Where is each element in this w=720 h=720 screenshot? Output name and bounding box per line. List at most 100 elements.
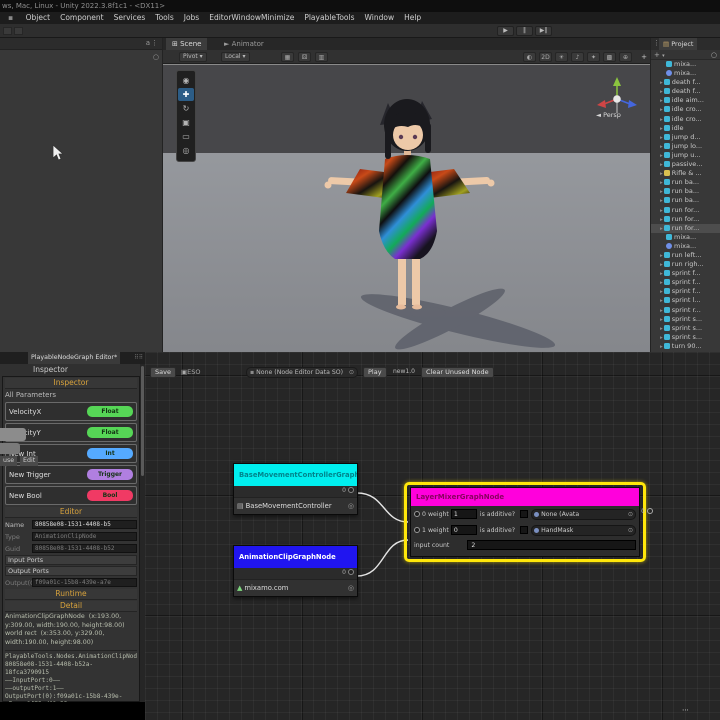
parameter-type-pill[interactable]: Bool (87, 490, 133, 501)
input-port-dot[interactable] (414, 527, 420, 533)
weight-field[interactable]: 0 (450, 525, 477, 535)
tab-scene[interactable]: ⊞ Scene (166, 38, 208, 50)
pause-button[interactable]: ‖ (516, 26, 533, 36)
project-item[interactable]: ▸ jump u... (651, 151, 720, 160)
expander-icon[interactable]: ▸ (660, 162, 663, 168)
project-item[interactable]: ▸ run ba... (651, 178, 720, 187)
resize-grip-icon[interactable]: ⋯ (682, 706, 690, 714)
project-item[interactable]: ▸ idle aim... (651, 96, 720, 105)
mixer-input-row[interactable]: 0 weight 1 is additive? None (Avata ⊙ (411, 506, 639, 522)
save-button[interactable]: Save (150, 367, 176, 378)
project-item[interactable]: ▸ run left... (651, 251, 720, 260)
expander-icon[interactable]: ▸ (660, 298, 663, 304)
expander-icon[interactable]: ▸ (660, 117, 663, 123)
project-item[interactable]: ▸ passive... (651, 160, 720, 169)
node-title[interactable]: AnimationClipGraphNode (234, 546, 357, 568)
play-button[interactable]: ▶ (497, 26, 514, 36)
expander-icon[interactable]: ▸ (660, 226, 663, 232)
mask-object-field[interactable]: HandMask ⊙ (531, 524, 636, 536)
project-item[interactable]: ▸ Rifle & ... (651, 169, 720, 178)
project-item[interactable]: ▸ idle cro... (651, 115, 720, 124)
output-port[interactable]: 0 (342, 569, 354, 576)
tab-project[interactable]: ▤ Project (659, 38, 698, 50)
menu-object[interactable]: Object (26, 12, 50, 24)
create-asset-button[interactable]: + ▾ (654, 51, 665, 59)
eso-toggle[interactable]: ▣ESO (181, 368, 201, 376)
project-item[interactable]: ▸ death f... (651, 87, 720, 96)
pivot-dropdown[interactable]: Pivot ▾ (179, 52, 207, 62)
project-item[interactable]: mixa... (651, 60, 720, 69)
mixer-output-port[interactable]: 0 (641, 508, 653, 515)
menu-component[interactable]: Component (60, 12, 104, 24)
mask-object-field[interactable]: None (Avata ⊙ (531, 508, 636, 520)
view-option-icon-4[interactable]: ✦ (587, 52, 600, 62)
project-item[interactable]: mixa... (651, 233, 720, 242)
expander-icon[interactable]: ▸ (660, 80, 663, 86)
project-item[interactable]: ▸ sprint f... (651, 278, 720, 287)
lock-icon[interactable]: a (146, 39, 150, 47)
graph-play-button[interactable]: Play (363, 367, 387, 378)
is-additive-checkbox[interactable] (520, 526, 529, 534)
animation-clip-node[interactable]: AnimationClipGraphNode 0 ▲ mixamo.com ◎ (233, 545, 358, 597)
expander-icon[interactable]: ▸ (660, 344, 663, 350)
expander-icon[interactable]: ▸ (660, 89, 663, 95)
tab-animator[interactable]: ► Animator (218, 38, 270, 50)
view-option-icon-0[interactable]: ◐ (523, 52, 536, 62)
object-picker-icon[interactable]: ⊙ (628, 527, 633, 534)
expander-icon[interactable]: ▸ (660, 317, 663, 323)
expander-icon[interactable]: ▸ (660, 144, 663, 150)
expander-icon[interactable]: ▸ (660, 280, 663, 286)
project-item[interactable]: ▸ death f... (651, 78, 720, 87)
clear-unused-node-button[interactable]: Clear Unused Node (421, 367, 494, 378)
project-item[interactable]: ▸ run for... (651, 223, 720, 233)
expander-icon[interactable]: ▸ (660, 135, 663, 141)
project-item[interactable]: ▸ jump d... (651, 133, 720, 142)
project-item[interactable]: ▸ jump lo... (651, 142, 720, 151)
view-option-icon-1[interactable]: 2D (539, 52, 552, 62)
local-dropdown[interactable]: Local ▾ (221, 52, 250, 62)
parameter-type-pill[interactable]: Int (87, 448, 133, 459)
project-item[interactable]: mixa... (651, 242, 720, 251)
project-item[interactable]: ▸ run ba... (651, 196, 720, 205)
menu-services[interactable]: Services (114, 12, 146, 24)
clip-object-row[interactable]: ▲ mixamo.com ◎ (234, 580, 357, 596)
object-picker-icon[interactable]: ◎ (348, 584, 354, 592)
parameter-type-pill[interactable]: Float (87, 406, 133, 417)
expander-icon[interactable]: ▸ (660, 326, 663, 332)
project-item[interactable]: ▸ sprint s... (651, 324, 720, 333)
object-picker-icon[interactable]: ⊙ (628, 511, 633, 518)
project-item[interactable]: ▸ run righ... (651, 260, 720, 269)
input-port-dot[interactable] (414, 511, 420, 517)
expander-icon[interactable]: ▸ (660, 198, 663, 204)
node-title[interactable]: LayerMixerGraphNode (411, 488, 639, 506)
scene-viewport[interactable]: ◉ ✚ ↻ ▣ ▭ ◎ ◄ Persp (163, 64, 650, 360)
expander-icon[interactable]: ▸ (660, 180, 663, 186)
toolbar-left-icon[interactable] (3, 27, 12, 35)
snap-icon-1[interactable]: ⚄ (298, 52, 311, 62)
project-item[interactable]: ▸ sprint f... (651, 269, 720, 278)
parameter-row[interactable]: VelocityX Float (5, 402, 137, 421)
fragment-tab-use[interactable]: use (0, 456, 18, 466)
project-item[interactable]: ▸ run for... (651, 206, 720, 215)
expander-icon[interactable]: ▸ (660, 335, 663, 341)
view-option-icon-6[interactable]: ⊕ (619, 52, 632, 62)
expander-icon[interactable]: ▸ (660, 126, 663, 132)
project-item[interactable]: ▸ idle cro... (651, 105, 720, 114)
parameter-row[interactable]: New Trigger Trigger (5, 465, 137, 484)
view-option-icon-5[interactable]: ▩ (603, 52, 616, 62)
expander-icon[interactable]: ▸ (660, 308, 663, 314)
project-item[interactable]: ▸ run for... (651, 215, 720, 224)
project-item[interactable]: ▸ idle (651, 124, 720, 133)
parameter-type-pill[interactable]: Float (87, 427, 133, 438)
layer-mixer-node[interactable]: LayerMixerGraphNode 0 weight 1 is additive?… (410, 487, 653, 557)
expander-icon[interactable]: ▸ (660, 171, 663, 177)
project-item[interactable]: mixa... (651, 69, 720, 78)
menu-help[interactable]: Help (404, 12, 421, 24)
input-count-field[interactable]: 2 (467, 540, 636, 550)
expander-icon[interactable]: ▸ (660, 189, 663, 195)
input-ports-header[interactable]: Input Ports (5, 555, 137, 565)
expander-icon[interactable]: ▸ (660, 208, 663, 214)
menu-playabletools[interactable]: PlayableTools (304, 12, 354, 24)
snap-icon-0[interactable]: ▦ (281, 52, 294, 62)
expander-icon[interactable]: ▸ (660, 107, 663, 113)
